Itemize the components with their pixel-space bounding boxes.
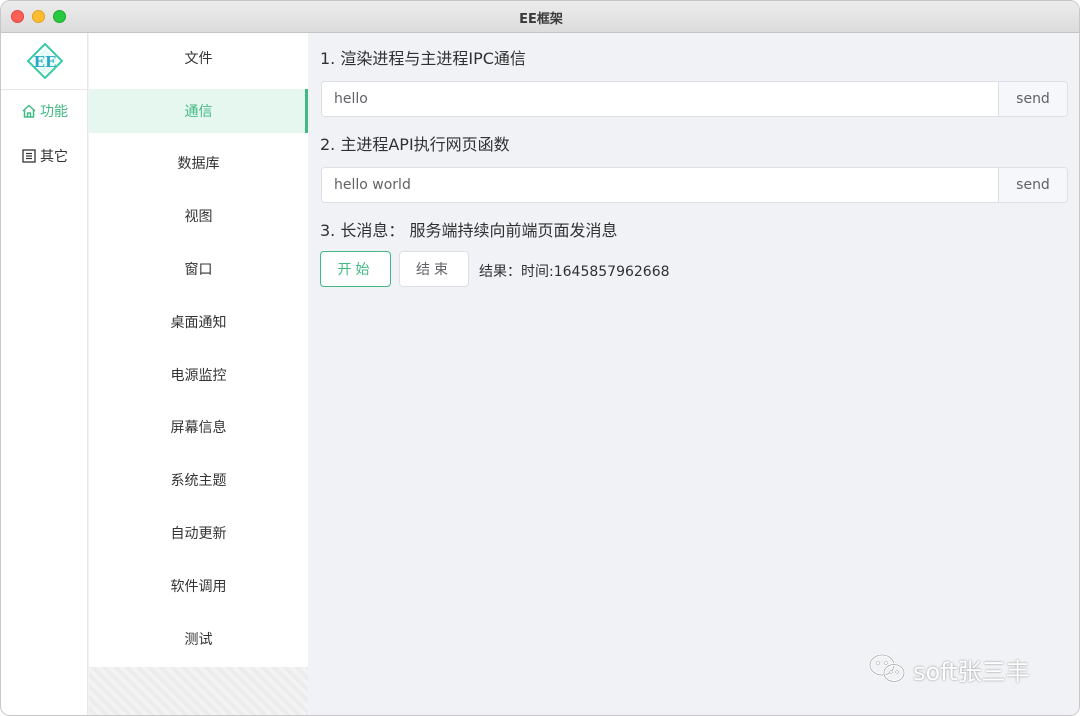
api-section-title: 2. 主进程API执行网页函数	[320, 135, 510, 154]
icon-rail: EE 功能 其它	[1, 33, 88, 715]
api-message-input[interactable]	[322, 168, 998, 202]
stop-button[interactable]: 结束	[399, 251, 469, 287]
menu-footer	[89, 667, 308, 715]
ipc-send-button[interactable]: send	[998, 82, 1067, 116]
list-icon	[22, 149, 36, 163]
ipc-section-title: 1. 渲染进程与主进程IPC通信	[320, 49, 526, 68]
menu-item-screen-info[interactable]: 屏幕信息	[89, 405, 308, 449]
rail-item-label: 功能	[40, 104, 68, 120]
sub-menu: 文件 通信 数据库 视图 窗口 桌面通知 电源监控 屏幕信息 系统主题 自动更新…	[89, 33, 308, 667]
wechat-icon	[868, 653, 906, 683]
menu-item-software-call[interactable]: 软件调用	[89, 564, 308, 608]
watermark: soft张三丰	[867, 651, 1030, 687]
title-bar: EE框架	[1, 1, 1079, 33]
ee-logo-icon: EE	[27, 43, 63, 79]
main-content: 1. 渲染进程与主进程IPC通信 send 2. 主进程API执行网页函数 se…	[308, 33, 1079, 715]
home-icon	[22, 104, 36, 118]
api-input-group: send	[321, 167, 1068, 203]
menu-item-auto-update[interactable]: 自动更新	[89, 511, 308, 555]
menu-item-view[interactable]: 视图	[89, 194, 308, 238]
ipc-message-input[interactable]	[322, 82, 998, 116]
rail-item-other[interactable]: 其它	[1, 138, 88, 174]
rail-item-features[interactable]: 功能	[1, 93, 88, 129]
watermark-text: soft张三丰	[913, 657, 1030, 686]
svg-text:EE: EE	[34, 53, 57, 71]
start-button[interactable]: 开始	[320, 251, 391, 287]
api-send-button[interactable]: send	[998, 168, 1067, 202]
menu-item-test[interactable]: 测试	[89, 617, 308, 661]
menu-item-file[interactable]: 文件	[89, 36, 308, 80]
menu-item-desktop-notification[interactable]: 桌面通知	[89, 300, 308, 344]
rail-item-label: 其它	[40, 149, 68, 165]
long-message-section-title: 3. 长消息： 服务端持续向前端页面发消息	[320, 221, 618, 240]
menu-item-communication[interactable]: 通信	[89, 89, 308, 133]
menu-item-database[interactable]: 数据库	[89, 141, 308, 185]
menu-item-window[interactable]: 窗口	[89, 247, 308, 291]
window-title: EE框架	[519, 12, 563, 27]
result-text: 结果：时间:1645857962668	[479, 264, 670, 280]
menu-item-system-theme[interactable]: 系统主题	[89, 458, 308, 502]
rail-divider	[1, 89, 88, 90]
ipc-input-group: send	[321, 81, 1068, 117]
app-window: EE框架 EE 功能 其它 文件 通信 数据库 视图 窗口 桌面通知 电源监控 …	[0, 0, 1080, 716]
menu-item-power-monitor[interactable]: 电源监控	[89, 353, 308, 397]
